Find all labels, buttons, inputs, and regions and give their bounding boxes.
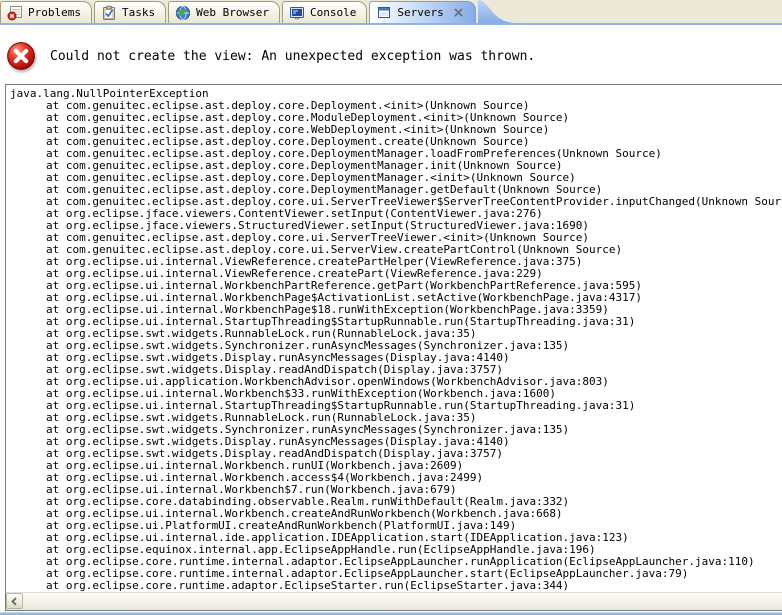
error-banner: Could not create the view: An unexpected… [6,38,782,74]
tab-web-browser[interactable]: Web Browser [168,1,280,23]
scroll-track[interactable] [23,593,782,610]
console-icon [289,5,305,21]
tab-label: Web Browser [196,6,269,19]
horizontal-scrollbar[interactable] [6,592,782,610]
tab-label: Servers [397,6,443,19]
stack-trace-line: at org.eclipse.core.runtime.adaptor.Ecli… [10,580,782,592]
web-browser-icon [175,5,191,21]
tab-label: Console [310,6,356,19]
tab-label: Problems [28,6,81,19]
stack-trace-text: java.lang.NullPointerExceptionat com.gen… [6,85,782,593]
error-message: Could not create the view: An unexpected… [50,49,535,64]
tab-label: Tasks [122,6,155,19]
close-icon [453,7,464,18]
servers-icon [376,5,392,21]
servers-view: Problems Tasks Web Browser Console Servers C… [0,0,782,615]
scroll-left-button[interactable] [6,593,23,609]
problems-icon [7,5,23,21]
error-icon [6,41,37,72]
active-tab-swoosh [478,0,536,23]
tab-problems[interactable]: Problems [0,1,92,23]
scroll-left-arrow-icon [7,594,22,609]
tab-console[interactable]: Console [282,1,367,23]
tab-close-button[interactable] [452,6,465,19]
stack-trace-box: java.lang.NullPointerExceptionat com.gen… [5,84,782,611]
tab-servers[interactable]: Servers [369,1,475,23]
view-tab-bar: Problems Tasks Web Browser Console Servers [0,0,782,25]
tab-tasks[interactable]: Tasks [94,1,166,23]
tasks-icon [101,5,117,21]
